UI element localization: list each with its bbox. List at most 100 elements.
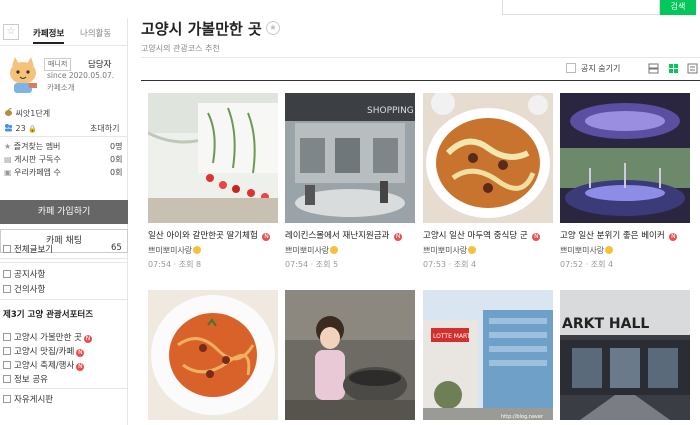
board-icon [3, 395, 11, 403]
post-time: 07:52 [560, 260, 584, 269]
menu-item-notice[interactable]: 공지사항 [3, 268, 45, 280]
post-title[interactable]: 일산 아이와 갈만한곳 딸기체험 N [148, 229, 288, 241]
new-badge: N [532, 233, 541, 241]
author-name: 쁘미뽀미사랑 [423, 246, 468, 255]
post-title-text: 레이킨스몰에서 재난지원금과 [285, 231, 390, 241]
all-posts-link[interactable]: 전체글보기 [3, 243, 53, 255]
stat-row: ▤ 게시판 구독수 0회 [4, 154, 122, 165]
level-label: 씨앗1단계 [15, 109, 51, 118]
level-row: 씨앗1단계 [4, 108, 50, 119]
post-author[interactable]: 쁘미뽀미사랑 [148, 245, 202, 256]
post-thumbnail[interactable] [285, 290, 415, 420]
stat-row: ▣ 우리카페앱 수 0회 [4, 167, 122, 178]
hide-notice-label[interactable]: 공지 숨기기 [581, 63, 620, 74]
stat-label[interactable]: 우리카페앱 수 [14, 168, 61, 177]
menu-item-info-share[interactable]: 정보 공유 [3, 373, 48, 385]
avatar[interactable] [4, 56, 42, 94]
invite-link[interactable]: 초대하기 [90, 123, 119, 134]
stat-label[interactable]: 게시판 구독수 [14, 155, 61, 164]
sidebar: ☆ 카페정보 나의활동 매니저 담당자 since 2020.05.07. 카페… [0, 18, 128, 425]
gallery-icon [3, 347, 11, 355]
menu-label: 고양시 축제/행사 [14, 361, 75, 371]
author-name: 쁘미뽀미사랑 [285, 246, 330, 255]
cafe-intro-link[interactable]: 카페소개 [47, 82, 75, 93]
author-name: 쁘미뽀미사랑 [148, 246, 193, 255]
post-title-text: 일산 아이와 갈만한곳 딸기체험 [148, 231, 258, 241]
board-icon [3, 285, 11, 293]
gallery-icon [3, 375, 11, 383]
author-name: 쁘미뽀미사랑 [560, 246, 605, 255]
post-author[interactable]: 쁘미뽀미사랑 [560, 245, 614, 256]
star-icon[interactable]: ☆ [3, 24, 19, 40]
menu-item-attractions[interactable]: 고양시 가볼만한 곳N [3, 331, 92, 343]
post-thumbnail[interactable]: ARKT HALL [560, 290, 690, 420]
post-title-text: 고양 일산 분위기 좋은 베이커 [560, 231, 665, 241]
since-date: since 2020.05.07. [47, 71, 115, 80]
stat-row: ★ 즐겨찾는 멤버 0명 [4, 141, 122, 152]
star-icon: ★ [4, 142, 12, 151]
post-title[interactable]: 레이킨스몰에서 재난지원금과 N [285, 229, 425, 241]
gallery-icon [3, 361, 11, 369]
post-thumbnail[interactable]: SHOPPING [285, 93, 415, 223]
new-badge: N [83, 335, 92, 343]
tab-my-activity[interactable]: 나의활동 [80, 27, 111, 39]
level-emoji-icon [468, 246, 477, 254]
tab-cafe-info[interactable]: 카페정보 [33, 27, 65, 44]
menu-label: 공지사항 [14, 270, 46, 280]
level-emoji-icon [193, 246, 202, 254]
store-sign: SHOPPING [367, 106, 414, 116]
post-thumbnail[interactable] [423, 93, 553, 223]
post-author[interactable]: 쁘미뽀미사랑 [423, 245, 477, 256]
menu-item-restaurants[interactable]: 고양시 맛집/카페 N [3, 345, 85, 357]
members-count[interactable]: 23 [16, 124, 26, 133]
members-icon [5, 124, 13, 132]
board-icon [3, 270, 11, 278]
members-row: 23 🔒 초대하기 [4, 123, 119, 133]
post-time: 07:54 [285, 260, 309, 269]
favorite-star-icon[interactable]: ★ [266, 21, 280, 35]
post-meta: 07:52 · 조회 4 [560, 260, 614, 269]
seed-icon [5, 108, 12, 116]
post-views: 조회 4 [453, 260, 477, 269]
divider [0, 388, 128, 389]
watermark: http://blog.naver [501, 414, 544, 420]
post-thumbnail[interactable] [148, 290, 278, 420]
nickname[interactable]: 담당자 [88, 58, 111, 70]
post-title-text: 고양시 일산 마두역 중식당 군 [423, 231, 528, 241]
post-views: 조회 8 [178, 260, 202, 269]
search-button[interactable]: 검색 [660, 0, 696, 15]
menu-label: 고양시 맛집/카페 [14, 347, 75, 357]
all-posts-label: 전체글보기 [14, 245, 54, 255]
level-emoji-icon [330, 246, 339, 254]
join-cafe-button[interactable]: 카페 가입하기 [0, 200, 128, 224]
all-posts-count: 65 [111, 243, 122, 253]
hide-notice-checkbox[interactable] [566, 63, 576, 73]
page-title: 고양시 가볼만한 곳 [141, 20, 262, 38]
menu-item-suggestion[interactable]: 건의사항 [3, 283, 45, 295]
stat-value: 0회 [110, 155, 123, 164]
divider [0, 299, 128, 300]
post-thumbnail[interactable] [148, 93, 278, 223]
post-thumbnail[interactable]: LOTTE MART http://blog.naver [423, 290, 553, 420]
post-author[interactable]: 쁘미뽀미사랑 [285, 245, 339, 256]
divider [0, 258, 128, 259]
search-input[interactable] [502, 0, 660, 15]
post-views: 조회 5 [315, 260, 339, 269]
card-view-icon[interactable] [648, 63, 659, 74]
list-view-icon[interactable] [687, 63, 698, 74]
post-title[interactable]: 고양시 일산 마두역 중식당 군 N [423, 229, 563, 241]
menu-item-free-board[interactable]: 자유게시판 [3, 393, 53, 405]
post-title[interactable]: 고양 일산 분위기 좋은 베이커 N [560, 229, 700, 241]
post-meta: 07:54 · 조회 5 [285, 260, 339, 269]
post-thumbnail[interactable] [560, 93, 690, 223]
menu-label: 자유게시판 [14, 395, 54, 405]
list-icon [3, 245, 11, 253]
divider [0, 262, 128, 263]
album-view-icon[interactable] [668, 63, 679, 74]
board-icon: ▤ [4, 155, 12, 164]
menu-item-festivals[interactable]: 고양시 축제/행사 N [3, 359, 85, 371]
page-subtitle: 고양시의 관광코스 추천 [141, 44, 220, 53]
menu-group-title: 제3기 고양 관광서포터즈 [3, 310, 94, 320]
board-toolbar: 공지 숨기기 [141, 57, 700, 81]
stat-label[interactable]: 즐겨찾는 멤버 [14, 142, 61, 151]
